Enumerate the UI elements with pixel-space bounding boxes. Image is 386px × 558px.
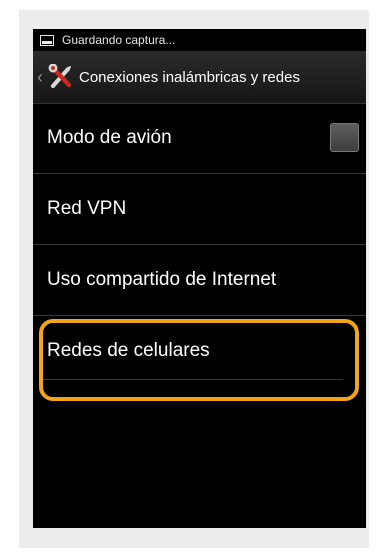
list-item-vpn[interactable]: Red VPN (33, 174, 366, 244)
title-bar[interactable]: ‹ Conexiones inalámbricas y redes (33, 51, 366, 104)
status-bar: Guardando captura... (33, 29, 366, 51)
phone-screen: Guardando captura... ‹ Conexiones inalám… (33, 29, 366, 528)
airplane-mode-checkbox[interactable] (330, 123, 359, 152)
highlight-outline (39, 319, 359, 401)
list-item-label: Red VPN (47, 198, 127, 219)
list-item-label: Uso compartido de Internet (47, 269, 277, 290)
list-item-airplane-mode[interactable]: Modo de avión (33, 103, 366, 173)
back-chevron-icon[interactable]: ‹ (37, 68, 46, 86)
list-item-label: Modo de avión (47, 127, 172, 148)
wrench-screwdriver-icon (48, 64, 72, 88)
list-item-tethering[interactable]: Uso compartido de Internet (33, 245, 366, 315)
status-text: Guardando captura... (62, 33, 176, 47)
screenshot-icon (40, 34, 54, 46)
page-title: Conexiones inalámbricas y redes (79, 68, 300, 86)
